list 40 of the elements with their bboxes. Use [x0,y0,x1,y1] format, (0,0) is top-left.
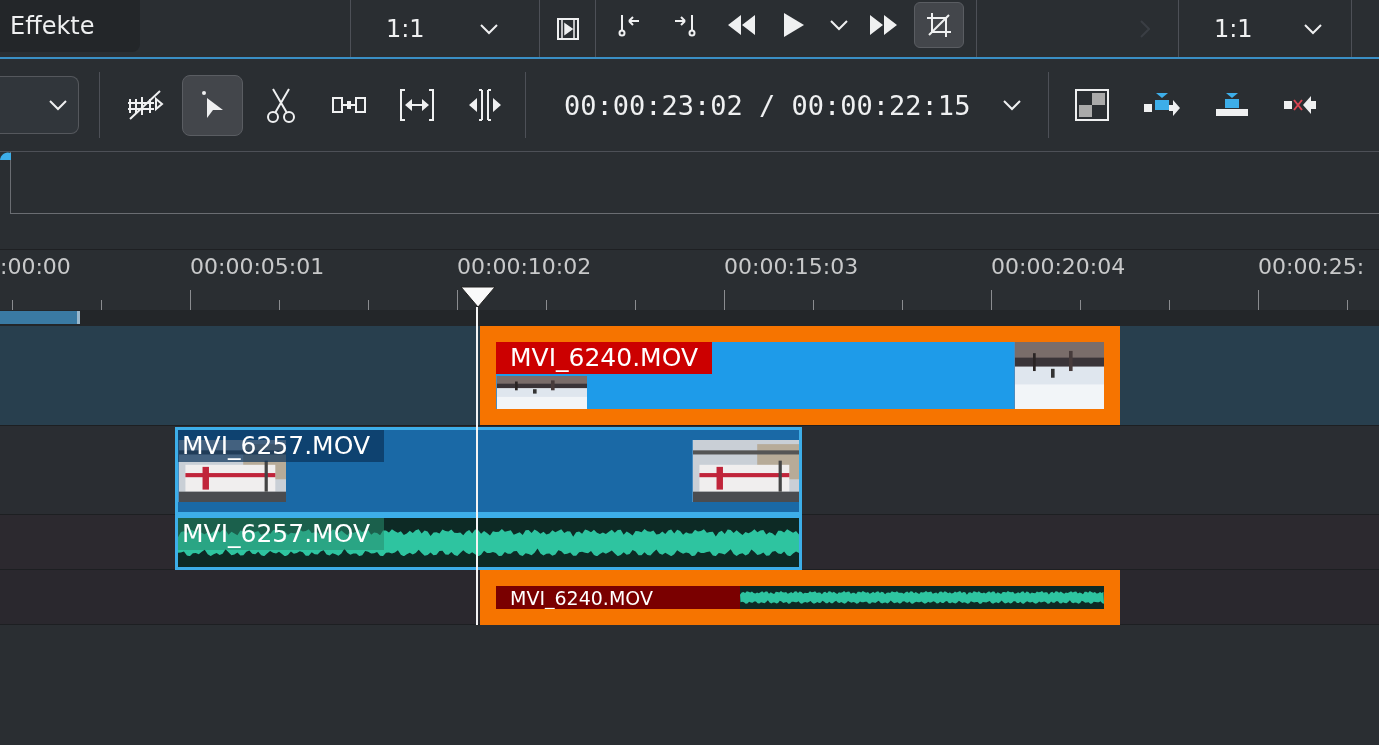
ruler-label: :00:00 [0,254,71,279]
film-frame-icon[interactable] [556,17,579,40]
ruler-label: 00:00:05:01 [190,254,325,279]
caret-icon [829,19,849,31]
clip-name: MVI_6257.MOV [178,518,385,550]
ruler-label: 00:00:15:03 [724,254,859,279]
crop-button[interactable] [914,2,964,48]
ruler-label: 00:00:25: [1258,254,1365,279]
track-lane[interactable]: MVI_6257.MOV [0,426,1379,515]
clip-name: MVI_6240.MOV [496,342,713,374]
tool-button[interactable] [182,74,243,136]
crop-icon [926,12,952,38]
ruler-label: 00:00:10:02 [457,254,592,279]
extract-icon[interactable] [1283,95,1318,115]
composite-icon[interactable] [1075,89,1110,121]
out-point-icon [673,13,697,37]
zoom-dropdown[interactable]: 1:1 [351,0,539,57]
spacer-icon [331,96,366,114]
track-lane[interactable]: MVI_6240.MOV [0,570,1379,625]
overwrite-icon[interactable] [1143,93,1182,117]
clip-name: MVI_6257.MOV [178,430,385,462]
slip-icon [398,88,435,122]
in-point-icon [617,13,641,37]
timecode-dropdown-icon [1002,99,1023,111]
audio-clip[interactable]: MVI_6240.MOV [480,570,1120,625]
rewind-icon [726,13,756,37]
playhead-marker[interactable] [460,286,496,308]
scissors-icon [265,87,296,123]
ruler-label: 00:00:20:04 [991,254,1126,279]
timecode-display[interactable]: 00:00:23:02 / 00:00:22:15 [564,89,971,121]
zoom-dropdown[interactable]: 1:1 [1179,0,1351,57]
play-icon [783,12,805,38]
video-clip[interactable]: MVI_6257.MOV [175,427,802,515]
track-lane[interactable]: MVI_6240.MOV [0,326,1379,426]
clip-name: MVI_6240.MOV [496,586,740,609]
effects-tab[interactable]: Effekte [0,0,140,52]
tab-corner-icon [0,152,12,160]
ripple-icon [125,89,164,121]
fast-forward-icon [869,13,899,37]
insert-icon[interactable] [1215,93,1250,117]
